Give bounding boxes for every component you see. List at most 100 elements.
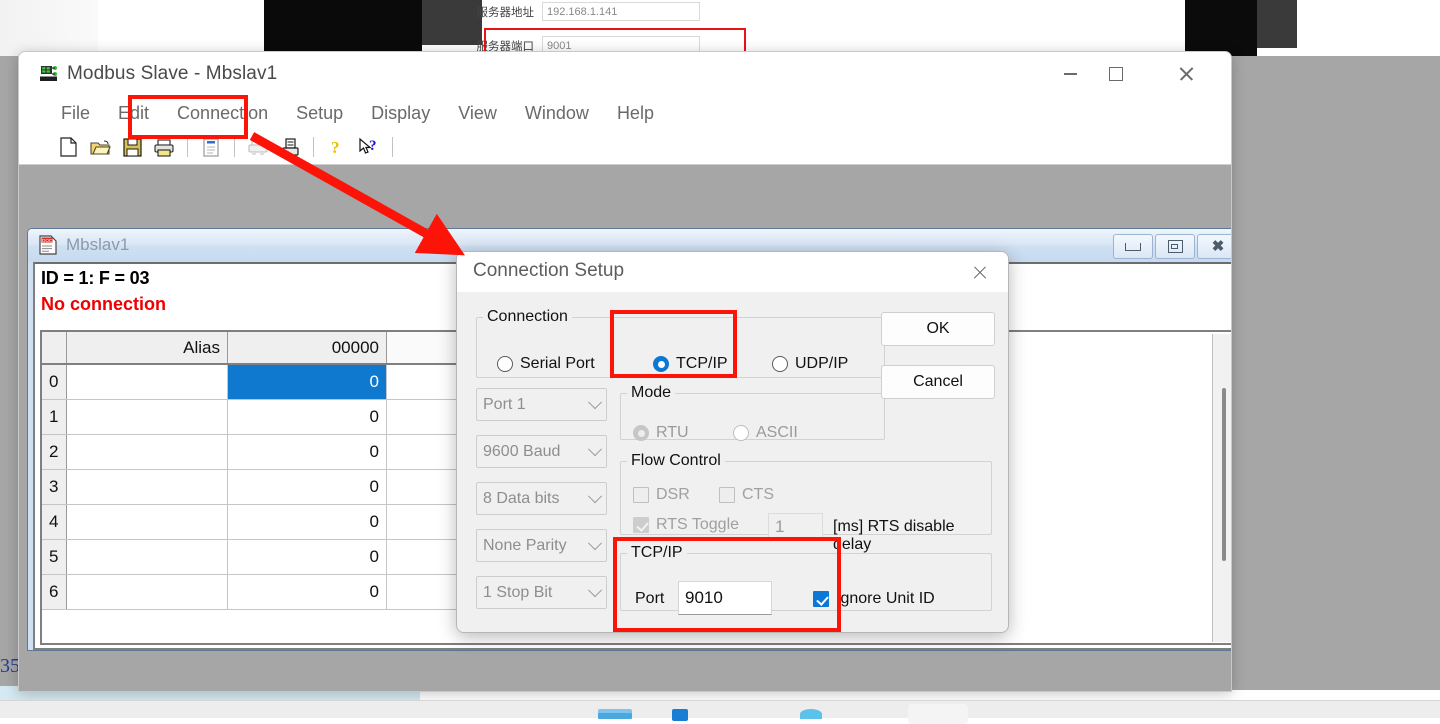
mdi-minimize-icon <box>1125 243 1141 251</box>
row-index[interactable]: 1 <box>42 400 67 435</box>
tcpip-port-highlight <box>613 537 841 632</box>
device-icon <box>281 137 300 157</box>
checkbox-cts-indicator <box>719 487 735 503</box>
row-index[interactable]: 3 <box>42 470 67 505</box>
radio-serial-port[interactable]: Serial Port <box>497 355 595 373</box>
parity-select[interactable]: None Parity <box>476 529 607 562</box>
background-server-address-row: 服务器地址 192.168.1.141 <box>470 2 700 21</box>
cell-value[interactable]: 0 <box>228 540 387 575</box>
checkbox-rts-toggle[interactable]: RTS Toggle <box>633 516 739 534</box>
dialog-titlebar[interactable]: Connection Setup <box>457 252 1008 292</box>
grid-scrollbar-thumb[interactable] <box>1222 388 1226 561</box>
menu-item-help[interactable]: Help <box>603 100 668 127</box>
grid-corner-header[interactable] <box>42 332 67 364</box>
cell-value[interactable]: 0 <box>228 470 387 505</box>
databits-select-value: 8 Data bits <box>483 490 559 508</box>
tcpip-radio-highlight <box>610 310 737 378</box>
rts-delay-input[interactable]: 1 <box>768 513 823 540</box>
minimize-icon <box>1064 73 1077 75</box>
close-button[interactable] <box>1163 52 1209 96</box>
cell-alias[interactable] <box>67 470 228 505</box>
taskbar-tile[interactable] <box>908 704 968 724</box>
connection-menu-highlight <box>128 95 248 139</box>
device-button[interactable] <box>277 135 303 159</box>
mdi-restore-icon <box>1168 240 1183 253</box>
minimize-button[interactable] <box>1047 52 1093 96</box>
checkbox-dsr[interactable]: DSR <box>633 486 690 504</box>
mdi-restore-button[interactable] <box>1155 234 1195 259</box>
dialog-title: Connection Setup <box>473 260 624 282</box>
print-setup-button[interactable] <box>245 135 271 159</box>
databits-select[interactable]: 8 Data bits <box>476 482 607 515</box>
toolbar-separator-3 <box>313 137 314 157</box>
cell-alias[interactable] <box>67 540 228 575</box>
baud-select-value: 9600 Baud <box>483 443 560 461</box>
cell-alias[interactable] <box>67 575 228 610</box>
radio-udpip[interactable]: UDP/IP <box>772 355 848 373</box>
checkbox-cts[interactable]: CTS <box>719 486 774 504</box>
chevron-down-icon <box>588 442 602 456</box>
row-index[interactable]: 0 <box>42 364 67 400</box>
mdi-close-icon: ✖ <box>1212 239 1223 254</box>
help-button[interactable]: ? <box>324 135 350 159</box>
row-index[interactable]: 2 <box>42 435 67 470</box>
window-titlebar[interactable]: Modbus Slave - Mbslav1 <box>19 52 1231 96</box>
checkbox-dsr-indicator <box>633 487 649 503</box>
menu-item-setup[interactable]: Setup <box>282 100 357 127</box>
checkbox-ignore-unit-id-label: Ignore Unit ID <box>836 590 935 608</box>
background-page-number: 35 <box>0 655 20 678</box>
radio-ascii[interactable]: ASCII <box>733 424 798 442</box>
taskbar-icon-1b[interactable] <box>598 713 632 719</box>
menu-item-display[interactable]: Display <box>357 100 444 127</box>
mdi-minimize-button[interactable] <box>1113 234 1153 259</box>
cancel-button-label: Cancel <box>913 373 963 391</box>
grid-header-alias[interactable]: Alias <box>67 332 228 364</box>
baud-select[interactable]: 9600 Baud <box>476 435 607 468</box>
copy-icon <box>203 137 220 157</box>
cell-value[interactable]: 0 <box>228 505 387 540</box>
background-dark-block-right-2 <box>1257 0 1297 48</box>
menu-item-file[interactable]: File <box>47 100 104 127</box>
background-dark-block-right <box>1185 0 1257 56</box>
cell-alias[interactable] <box>67 400 228 435</box>
taskbar-icon-2[interactable] <box>672 709 688 721</box>
checkbox-rts-toggle-label: RTS Toggle <box>656 516 739 534</box>
cell-alias[interactable] <box>67 364 228 400</box>
maximize-button[interactable] <box>1093 52 1139 96</box>
print-setup-icon <box>248 138 269 157</box>
radio-ascii-indicator <box>733 425 749 441</box>
cell-value[interactable]: 0 <box>228 435 387 470</box>
row-index[interactable]: 6 <box>42 575 67 610</box>
svg-text:DOC: DOC <box>42 238 53 243</box>
grid-header-address[interactable]: 00000 <box>228 332 387 364</box>
cell-alias[interactable] <box>67 435 228 470</box>
radio-rtu[interactable]: RTU <box>633 424 689 442</box>
taskbar <box>0 700 1440 718</box>
mdi-close-button[interactable]: ✖ <box>1197 234 1232 259</box>
row-index[interactable]: 4 <box>42 505 67 540</box>
new-button[interactable] <box>55 135 81 159</box>
menu-item-window[interactable]: Window <box>511 100 603 127</box>
context-help-icon: ? <box>358 137 380 157</box>
menu-item-view[interactable]: View <box>444 100 511 127</box>
dialog-close-button[interactable] <box>956 252 1002 292</box>
stopbits-select[interactable]: 1 Stop Bit <box>476 576 607 609</box>
radio-serial-port-label: Serial Port <box>520 355 595 373</box>
open-button[interactable] <box>87 135 113 159</box>
port-select[interactable]: Port 1 <box>476 388 607 421</box>
ok-button[interactable]: OK <box>881 312 995 346</box>
context-help-button[interactable]: ? <box>356 135 382 159</box>
close-icon <box>1178 66 1194 82</box>
parity-select-value: None Parity <box>483 537 567 555</box>
cancel-button[interactable]: Cancel <box>881 365 995 399</box>
background-server-address-input[interactable]: 192.168.1.141 <box>542 2 700 21</box>
taskbar-icon-3[interactable] <box>800 709 822 719</box>
cell-value[interactable]: 0 <box>228 575 387 610</box>
grid-vertical-scrollbar[interactable] <box>1212 334 1232 642</box>
cell-value[interactable]: 0 <box>228 400 387 435</box>
mode-group-legend: Mode <box>627 384 675 402</box>
background-server-address-label: 服务器地址 <box>470 4 534 20</box>
cell-value-selected[interactable]: 0 <box>228 364 387 400</box>
row-index[interactable]: 5 <box>42 540 67 575</box>
cell-alias[interactable] <box>67 505 228 540</box>
